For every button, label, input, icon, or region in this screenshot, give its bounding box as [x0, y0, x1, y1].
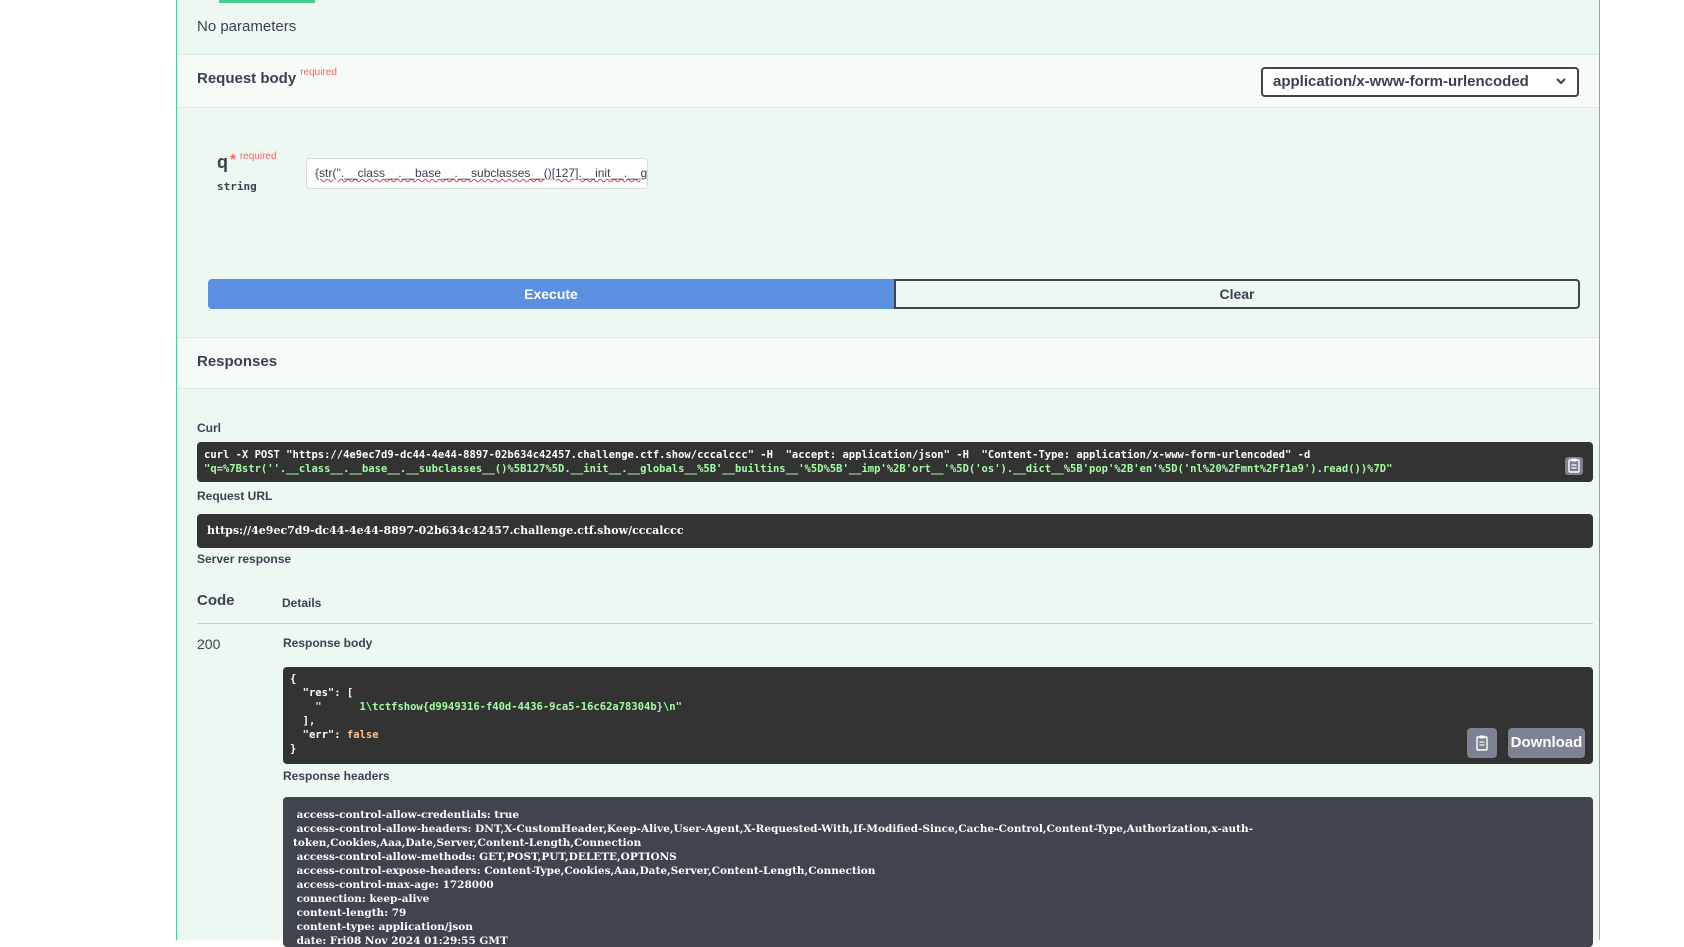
- header-line: access-control-allow-credentials: true: [293, 809, 520, 821]
- content-type-value: application/x-www-form-urlencoded: [1273, 73, 1529, 90]
- header-line: access-control-max-age: 1728000: [293, 879, 494, 891]
- content-type-select[interactable]: application/x-www-form-urlencoded: [1261, 67, 1579, 97]
- curl-code-block[interactable]: curl -X POST "https://4e9ec7d9-dc44-4e44…: [197, 442, 1593, 482]
- request-body-title-text: Request body: [197, 70, 297, 87]
- request-url-label: Request URL: [197, 489, 273, 503]
- responses-table-header: Code Details: [197, 590, 1593, 624]
- request-body-required-label: required: [300, 67, 337, 78]
- chevron-down-icon: [1555, 71, 1567, 94]
- json-line: {: [290, 673, 297, 685]
- execute-button[interactable]: Execute: [208, 279, 894, 309]
- operation-block: No parameters Request body required appli…: [176, 0, 1600, 947]
- header-line: connection: keep-alive: [293, 893, 430, 905]
- param-type: string: [217, 180, 257, 193]
- json-line: ],: [290, 715, 316, 727]
- copy-curl-icon[interactable]: [1565, 457, 1583, 475]
- request-body-title: Request body required: [197, 67, 337, 87]
- curl-line-1: curl -X POST "https://4e9ec7d9-dc44-4e44…: [204, 449, 1311, 461]
- param-required-label: required: [239, 151, 277, 162]
- curl-line-2: "q=%7Bstr(''.__class__.__base__.__subcla…: [204, 463, 1393, 475]
- header-line: content-length: 79: [293, 907, 407, 919]
- param-q-label: q * required: [217, 151, 277, 173]
- request-url-value: https://4e9ec7d9-dc44-4e44-8897-02b634c4…: [207, 524, 684, 537]
- parameters-tab-indicator: [219, 0, 315, 3]
- download-button[interactable]: Download: [1508, 728, 1585, 758]
- header-line: access-control-allow-headers: DNT,X-Cust…: [293, 823, 1254, 835]
- response-body-block[interactable]: { "res": [ " 1\tctfshow{d9949316-f40d-44…: [283, 667, 1593, 764]
- responses-title: Responses: [197, 353, 278, 370]
- json-key: "err":: [290, 729, 347, 741]
- request-url-block: https://4e9ec7d9-dc44-4e44-8897-02b634c4…: [197, 514, 1593, 548]
- json-line: "res": [: [290, 687, 354, 699]
- header-line: token,Cookies,Aaa,Date,Server,Content-Le…: [293, 837, 642, 849]
- param-name: q: [217, 152, 228, 172]
- header-line: access-control-expose-headers: Content-T…: [293, 865, 876, 877]
- no-parameters-text: No parameters: [197, 18, 297, 35]
- server-response-label: Server response: [197, 552, 292, 566]
- request-body-header: Request body required application/x-www-f…: [177, 54, 1599, 108]
- header-line: access-control-allow-methods: GET,POST,P…: [293, 851, 677, 863]
- header-line: date: Fri08 Nov 2024 01:29:55 GMT: [293, 935, 508, 947]
- details-column-header: Details: [282, 596, 322, 610]
- responses-header: Responses: [177, 337, 1599, 389]
- curl-label: Curl: [197, 421, 221, 435]
- code-column-header: Code: [197, 592, 235, 609]
- copy-response-icon[interactable]: [1467, 728, 1497, 758]
- status-code: 200: [197, 636, 221, 652]
- json-line: }: [290, 743, 297, 755]
- header-line: content-type: application/json: [293, 921, 473, 933]
- json-line: "err": false: [290, 728, 1586, 742]
- param-q-value: {str(''.__class__.__base__.__subclasses_…: [315, 166, 648, 180]
- response-headers-block[interactable]: access-control-allow-credentials: true a…: [283, 797, 1593, 947]
- clear-button[interactable]: Clear: [894, 279, 1580, 309]
- json-bool-value: false: [346, 729, 379, 741]
- param-q-input[interactable]: {str(''.__class__.__base__.__subclasses_…: [306, 158, 648, 189]
- required-star: *: [230, 151, 236, 168]
- response-body-label: Response body: [283, 636, 373, 650]
- response-headers-label: Response headers: [283, 769, 390, 783]
- json-string-value: " 1\tctfshow{d9949316-f40d-4436-9ca5-16c…: [290, 701, 682, 713]
